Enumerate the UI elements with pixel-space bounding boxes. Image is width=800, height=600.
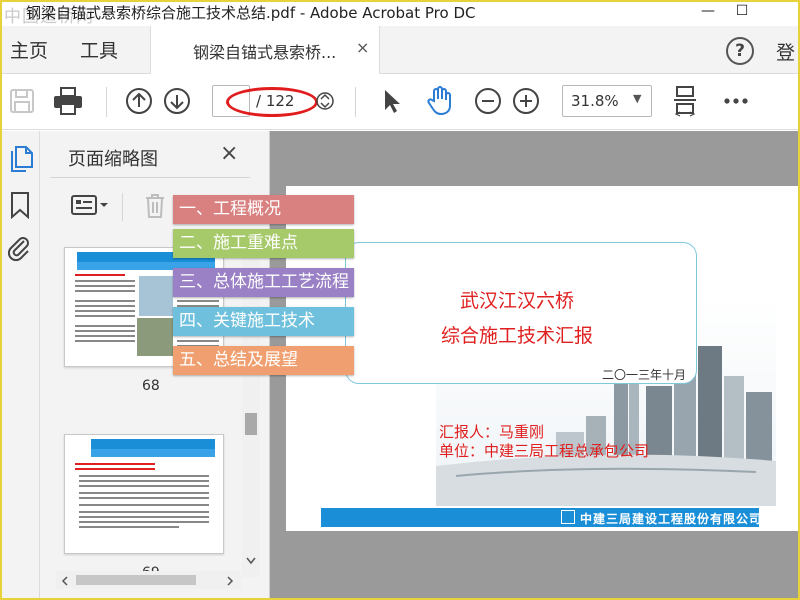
slide-title-line1: 武汉江汉六桥 [460, 290, 575, 312]
close-tab-icon[interactable]: × [356, 38, 369, 57]
zoom-value: 31.8% [571, 92, 619, 110]
outline-item-4[interactable]: 四、关键施工技术 [173, 307, 354, 336]
toolbar-separator [355, 87, 356, 117]
horizontal-scrollbar[interactable] [56, 571, 241, 589]
hand-tool-icon[interactable] [424, 85, 456, 117]
chevron-down-icon: ▼ [633, 92, 642, 105]
close-panel-icon[interactable]: × [220, 141, 238, 166]
maximize-button[interactable]: ☐ [722, 0, 762, 24]
menu-tools[interactable]: 工具 [80, 36, 118, 63]
slide-unit: 单位：中建三局工程总承包公司 [439, 442, 650, 460]
menu-home[interactable]: 主页 [10, 36, 48, 63]
page-stepper-icon[interactable] [309, 85, 341, 117]
slide-footer-text: 中建三局建设工程股份有限公司 [580, 512, 763, 526]
panel-separator [122, 193, 123, 221]
slide-reporter: 汇报人：马重刚 [439, 423, 545, 441]
company-logo-icon [561, 510, 575, 524]
bookmark-icon[interactable] [10, 191, 30, 223]
navigation-rail [0, 131, 40, 600]
sign-in-button[interactable]: 登 [776, 38, 795, 65]
outline-item-3[interactable]: 三、总体施工工艺流程 [173, 268, 354, 297]
slide-title-box [345, 242, 697, 384]
thumbnail-page-69[interactable] [64, 434, 224, 554]
select-cursor-icon[interactable] [376, 85, 408, 117]
title-bar: 中国造桥网 钢梁自锚式悬索桥综合施工技术总结.pdf - Adobe Acrob… [0, 0, 800, 27]
outline-item-2[interactable]: 二、施工重难点 [173, 229, 354, 258]
page-thumbnails-icon[interactable] [8, 145, 34, 177]
zoom-out-icon[interactable] [472, 85, 504, 117]
toolbar: / 122 31.8% ▼ [0, 75, 800, 130]
attachment-icon[interactable] [7, 235, 32, 267]
slide-date: 二〇一三年十月 [602, 368, 687, 382]
scroll-left-icon[interactable] [61, 576, 69, 586]
slide-title-line2: 综合施工技术汇报 [441, 325, 594, 347]
zoom-select[interactable]: 31.8% ▼ [562, 85, 652, 117]
more-tools-icon[interactable] [720, 85, 752, 117]
scrollbar-thumb[interactable] [245, 413, 257, 435]
document-tab-label: 钢梁自锚式悬索桥... [193, 43, 337, 62]
outline-item-1[interactable]: 一、工程概况 [173, 195, 354, 224]
thumbnail-options-icon[interactable] [70, 193, 110, 221]
delete-page-icon[interactable] [144, 193, 166, 223]
save-icon[interactable] [6, 85, 38, 117]
print-icon[interactable] [52, 85, 84, 117]
toolbar-separator [106, 87, 107, 117]
menu-bar: 主页 工具 钢梁自锚式悬索桥... × ? 登 [0, 26, 800, 74]
window-title: 钢梁自锚式悬索桥综合施工技术总结.pdf - Adobe Acrobat Pro… [26, 4, 476, 22]
help-icon[interactable]: ? [726, 37, 754, 65]
outline-item-5[interactable]: 五、总结及展望 [173, 346, 354, 375]
panel-title: 页面缩略图 [68, 149, 158, 170]
scrollbar-thumb[interactable] [76, 575, 196, 585]
fit-page-icon[interactable] [669, 85, 701, 117]
thumbnail-page-number: 68 [142, 378, 160, 394]
scroll-down-icon[interactable] [246, 557, 256, 565]
scroll-right-icon[interactable] [226, 576, 234, 586]
next-page-icon[interactable] [161, 85, 193, 117]
document-tab[interactable]: 钢梁自锚式悬索桥... × [150, 26, 380, 74]
panel-divider [50, 177, 250, 178]
zoom-in-icon[interactable] [510, 85, 542, 117]
previous-page-icon[interactable] [123, 85, 155, 117]
red-highlight-ellipse [226, 87, 318, 117]
